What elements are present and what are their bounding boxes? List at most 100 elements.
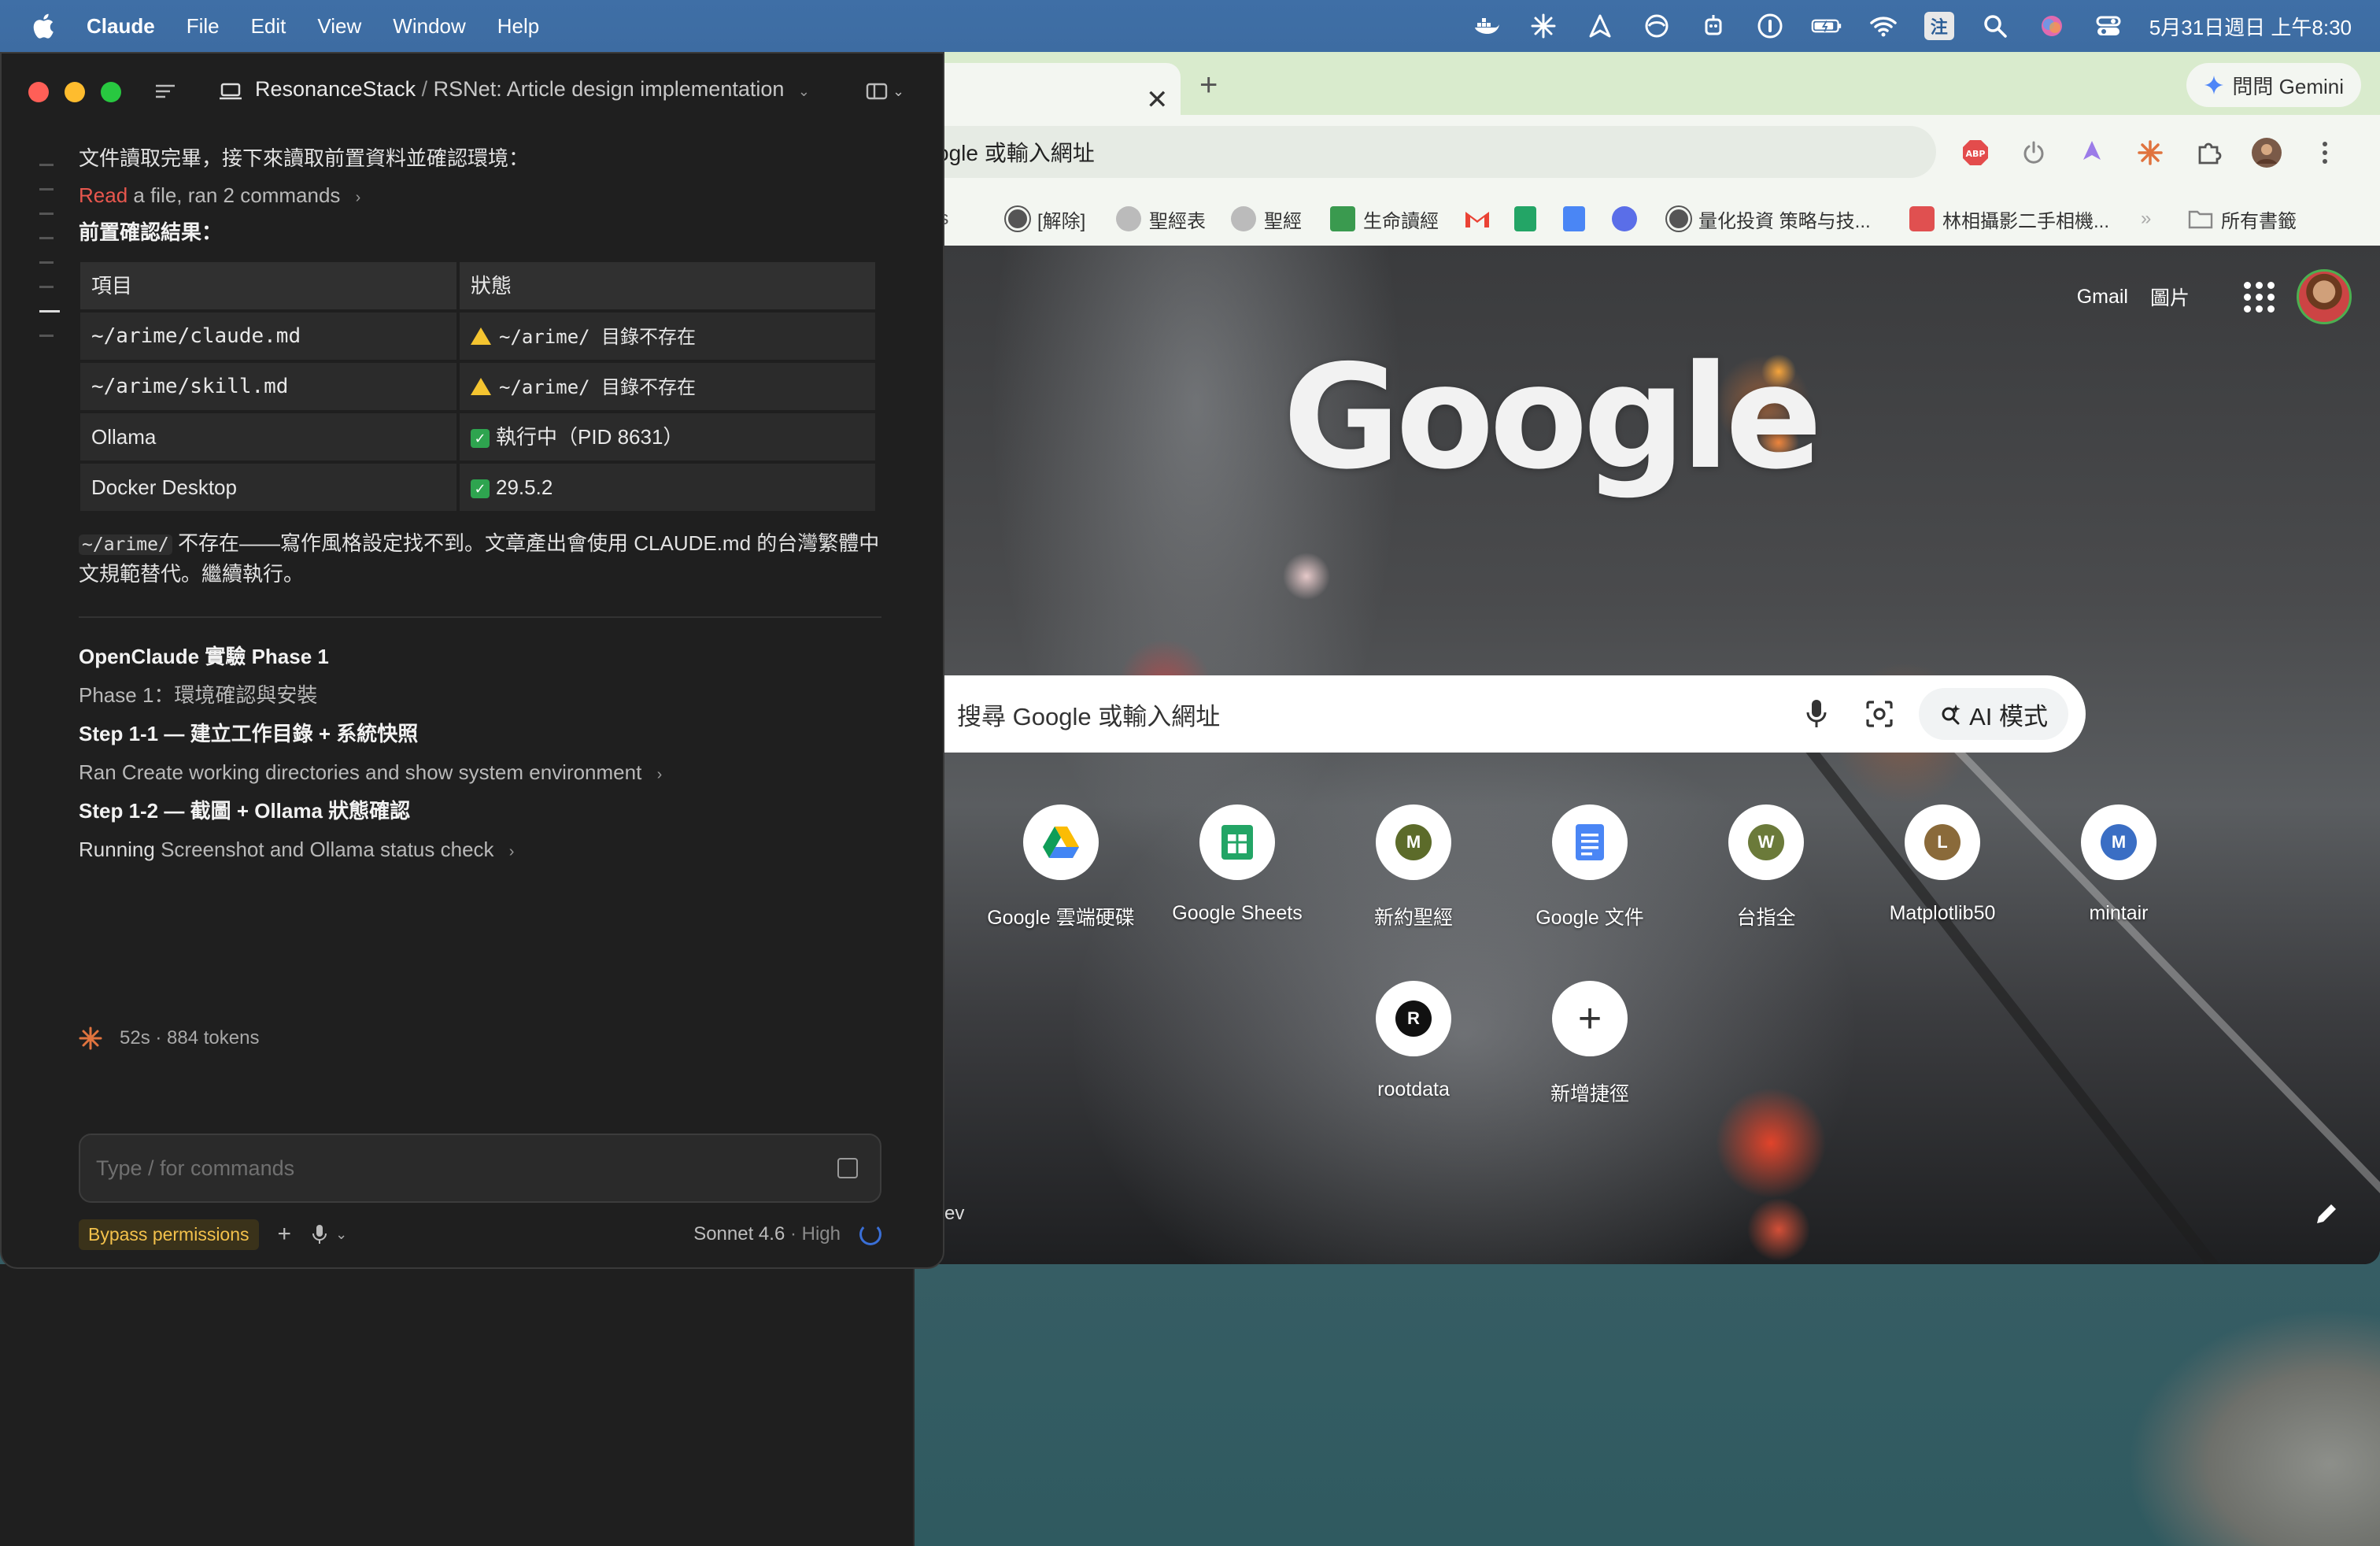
power-icon[interactable] <box>2018 137 2049 168</box>
session-title[interactable]: ResonanceStack / RSNet: Article design i… <box>255 77 810 102</box>
address-bar[interactable]: ogle 或輸入網址 <box>913 126 1936 178</box>
section-heading: 前置確認結果： <box>79 220 223 244</box>
shortcut-google-sheets[interactable]: Google Sheets <box>1159 804 1316 925</box>
shortcut-new-testament[interactable]: M 新約聖經 <box>1335 804 1492 930</box>
voice-search-mic-icon[interactable] <box>1793 690 1840 738</box>
menu-view[interactable]: View <box>317 14 361 39</box>
tab-close-icon[interactable]: ✕ <box>1146 87 1169 113</box>
all-bookmarks[interactable]: 所有書籤 <box>2188 192 2297 246</box>
background-credit-text[interactable]: ev <box>944 1203 964 1225</box>
tool-summary-text: a file, ran 2 commands <box>133 183 341 207</box>
model-selector[interactable]: Sonnet 4.6 · High <box>693 1223 841 1245</box>
claude-spark-icon <box>79 1026 102 1050</box>
docker-icon[interactable] <box>1471 10 1502 42</box>
new-tab-plus-icon[interactable]: + <box>1199 69 1218 101</box>
images-link[interactable]: 圖片 <box>2150 283 2190 311</box>
gmail-bookmark[interactable] <box>1464 192 1491 246</box>
docs-bookmark[interactable] <box>1563 192 1585 246</box>
profile-avatar-small[interactable] <box>2251 137 2282 168</box>
tool-summary-row[interactable]: Read a file, ran 2 commands › <box>79 180 881 211</box>
battery-icon[interactable] <box>1811 10 1842 42</box>
message-composer[interactable] <box>79 1134 881 1203</box>
sidebar-toggle-icon[interactable] <box>154 82 176 101</box>
bookmark-item[interactable]: 量化投資 策略与技... <box>1667 192 1871 246</box>
shortcut-google-docs[interactable]: Google 文件 <box>1511 804 1669 930</box>
spreadsheet-icon <box>1330 206 1355 231</box>
zoom-window-button[interactable] <box>101 82 121 102</box>
bookmark-item[interactable]: 林相攝影二手相機... <box>1909 192 2109 246</box>
gmail-icon <box>1465 212 1489 227</box>
globe-icon <box>1667 207 1691 231</box>
google-apps-grid-icon[interactable] <box>2243 281 2275 313</box>
stop-square-icon[interactable] <box>837 1158 858 1178</box>
shortcut-rootdata[interactable]: R rootdata <box>1335 981 1492 1101</box>
extension-purple-icon[interactable] <box>2076 137 2108 168</box>
shortcut-taiex[interactable]: W 台指全 <box>1687 804 1845 930</box>
menu-edit[interactable]: Edit <box>251 14 286 39</box>
bookmarks-overflow-chevron[interactable]: » <box>2141 192 2151 246</box>
bookmark-item[interactable]: 聖經表 <box>1116 192 1206 246</box>
shortcut-label: rootdata <box>1377 1078 1450 1100</box>
minimize-window-button[interactable] <box>65 82 85 102</box>
model-name: Sonnet 4.6 <box>693 1223 785 1245</box>
close-window-button[interactable] <box>28 82 49 102</box>
extensions-puzzle-icon[interactable] <box>2193 137 2224 168</box>
chrome-window: ✕ + 問問 Gemini ogle 或輸入網址 ABP arks [解除] 聖… <box>913 52 2380 1264</box>
shortcut-google-drive[interactable]: Google 雲端硬碟 <box>982 804 1140 930</box>
panel-toggle-button[interactable]: ⌄ <box>866 80 907 102</box>
step-1-2-tool-row[interactable]: Running Screenshot and Ollama status che… <box>79 834 881 865</box>
gmail-link[interactable]: Gmail <box>2077 286 2128 309</box>
input-method-badge[interactable]: 注 <box>1924 12 1954 40</box>
password-manager-icon[interactable] <box>1754 10 1786 42</box>
robot-icon[interactable] <box>1698 10 1729 42</box>
chevron-down-icon[interactable]: ⌄ <box>335 1226 347 1243</box>
cursor-arrow-icon[interactable] <box>1584 10 1616 42</box>
customize-pencil-icon[interactable] <box>2311 1198 2342 1230</box>
bookmark-item[interactable]: 聖經 <box>1231 192 1302 246</box>
spotlight-search-icon[interactable] <box>1979 10 2011 42</box>
split-panel-icon <box>866 83 888 100</box>
ai-mode-button[interactable]: AI 模式 <box>1919 688 2068 740</box>
ntp-search-box[interactable]: 搜尋 Google 或輸入網址 AI 模式 <box>913 675 2086 753</box>
background-window <box>0 1264 915 1546</box>
microphone-icon[interactable] <box>312 1224 327 1245</box>
menu-window[interactable]: Window <box>393 14 465 39</box>
claude-extension-icon[interactable] <box>2134 137 2166 168</box>
bookmark-label: [解除] <box>1037 210 1086 232</box>
sheets-bookmark[interactable] <box>1514 192 1536 246</box>
apple-icon[interactable] <box>30 12 55 40</box>
shortcut-label: mintair <box>2089 902 2149 924</box>
shortcut-mintair[interactable]: M mintair <box>2040 804 2197 925</box>
add-attachment-plus-icon[interactable]: + <box>278 1221 292 1248</box>
menu-file[interactable]: File <box>187 14 220 39</box>
bookmark-item[interactable]: 生命讀經 <box>1330 192 1439 246</box>
message-minimap[interactable] <box>39 164 60 359</box>
control-center-icon[interactable] <box>2093 10 2124 42</box>
active-tab[interactable]: ✕ <box>913 63 1181 115</box>
menu-help[interactable]: Help <box>497 14 539 39</box>
siri-icon[interactable] <box>2036 10 2068 42</box>
divider <box>79 616 881 618</box>
claude-spark-icon[interactable] <box>1528 10 1559 42</box>
gemini-sparkle-icon <box>2204 76 2224 94</box>
ntp-search-placeholder: 搜尋 Google 或輸入網址 <box>957 702 1221 730</box>
menu-app-name[interactable]: Claude <box>87 14 155 39</box>
step-1-1-tool-row[interactable]: Ran Create working directories and show … <box>79 757 881 788</box>
shortcut-matplotlib50[interactable]: L Matplotlib50 <box>1864 804 2021 925</box>
wifi-icon[interactable] <box>1868 10 1899 42</box>
adblock-plus-icon[interactable]: ABP <box>1960 137 1991 168</box>
prompt-input[interactable] <box>80 1155 837 1182</box>
ask-gemini-button[interactable]: 問問 Gemini <box>2186 63 2361 107</box>
inline-code: ~/arime/ <box>79 534 172 555</box>
bypass-permissions-button[interactable]: Bypass permissions <box>79 1219 259 1250</box>
menubar-clock[interactable]: 5月31日週日 上午8:30 <box>2149 12 2352 41</box>
google-account-avatar[interactable] <box>2297 269 2352 324</box>
table-cell-status: ✓ 29.5.2 <box>460 464 875 511</box>
wordpress-bookmark[interactable] <box>1612 192 1637 246</box>
vpn-icon[interactable] <box>1641 10 1672 42</box>
shortcut-add[interactable]: + 新增捷徑 <box>1511 981 1669 1107</box>
bookmark-item[interactable]: [解除] <box>1006 192 1085 246</box>
shortcut-label: Matplotlib50 <box>1889 902 1996 924</box>
google-lens-icon[interactable] <box>1856 690 1903 738</box>
chrome-menu-icon[interactable] <box>2309 137 2341 168</box>
